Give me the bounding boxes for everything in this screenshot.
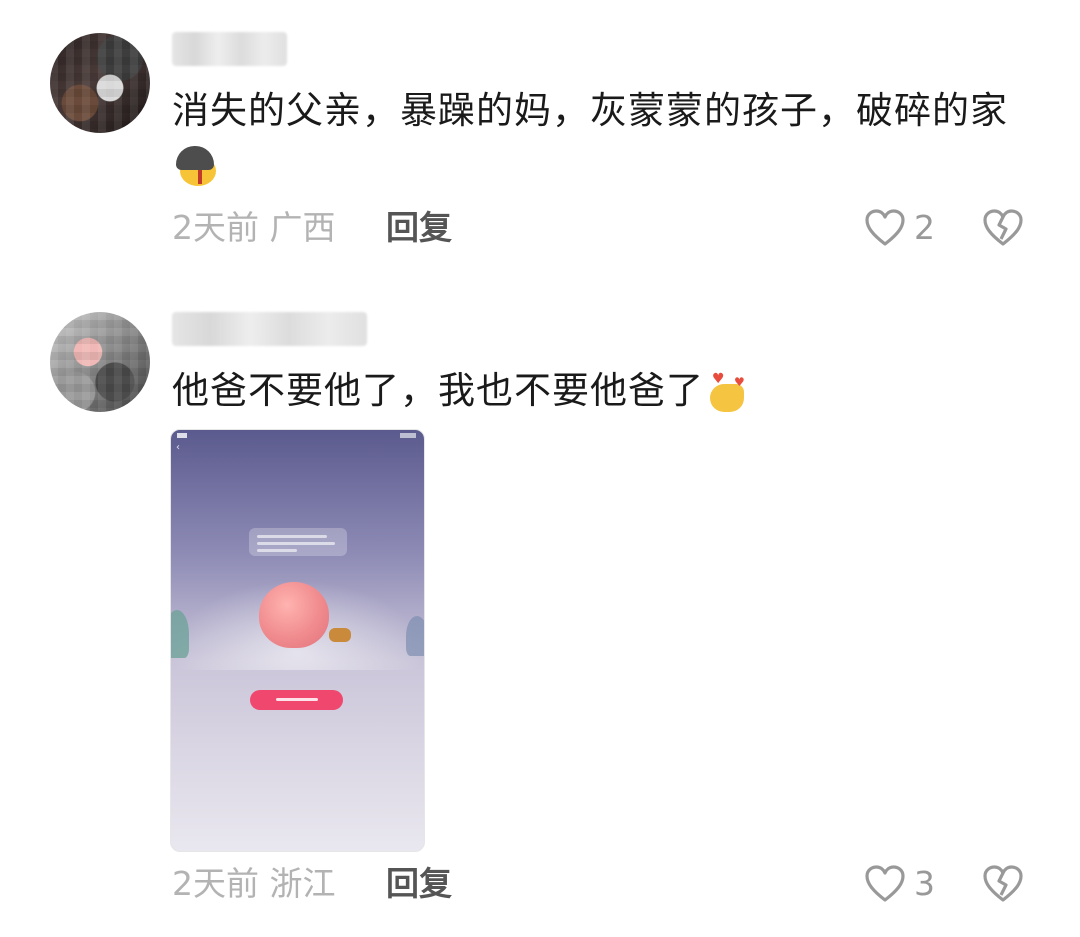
avatar[interactable] bbox=[50, 312, 150, 412]
comment-text: 消失的父亲，暴躁的妈，灰蒙蒙的孩子，破碎的家 bbox=[172, 84, 1032, 192]
avatar-pixelation bbox=[50, 312, 150, 412]
thumb-tree bbox=[406, 616, 424, 656]
time-location: 2天前 浙江 bbox=[172, 864, 336, 903]
thumb-peach-character bbox=[259, 582, 329, 648]
thumb-back-icon: ‹ bbox=[176, 442, 180, 453]
comment-list: 消失的父亲，暴躁的妈，灰蒙蒙的孩子，破碎的家 2天前 广西 回复 2 他爸不要他… bbox=[0, 0, 1080, 937]
thumb-speech-bubble bbox=[249, 528, 347, 556]
comment-meta: 2天前 浙江 回复 3 bbox=[172, 862, 1032, 906]
avatar-pixelation bbox=[50, 33, 150, 133]
comment-text: 他爸不要他了，我也不要他爸了 ♥ ♥ bbox=[172, 364, 1032, 418]
reply-button[interactable]: 回复 bbox=[386, 862, 452, 906]
helmet-emoji-icon bbox=[174, 145, 220, 188]
thumb-critter bbox=[329, 628, 351, 642]
time-location: 2天前 广西 bbox=[172, 208, 336, 247]
like-button[interactable]: 3 bbox=[864, 862, 935, 906]
heart-hand-emoji-icon: ♥ ♥ bbox=[706, 372, 752, 414]
broken-heart-icon[interactable] bbox=[982, 208, 1024, 248]
comment-meta: 2天前 广西 回复 2 bbox=[172, 206, 1032, 250]
reply-button[interactable]: 回复 bbox=[386, 206, 452, 250]
comment-body: 消失的父亲，暴躁的妈，灰蒙蒙的孩子，破碎的家 bbox=[172, 89, 1008, 132]
like-count: 3 bbox=[914, 864, 935, 903]
like-button[interactable]: 2 bbox=[864, 206, 935, 250]
thumb-pink-button bbox=[250, 690, 343, 710]
username-redacted[interactable] bbox=[172, 32, 287, 66]
comment-image-thumbnail[interactable]: ‹ bbox=[170, 429, 425, 852]
like-count: 2 bbox=[914, 208, 935, 247]
heart-outline-icon bbox=[865, 865, 905, 902]
thumb-status-bar bbox=[171, 430, 424, 444]
avatar[interactable] bbox=[50, 33, 150, 133]
broken-heart-icon[interactable] bbox=[982, 864, 1024, 904]
username-redacted[interactable] bbox=[172, 312, 367, 346]
heart-outline-icon bbox=[865, 209, 905, 246]
comment-body: 他爸不要他了，我也不要他爸了 bbox=[172, 369, 704, 412]
